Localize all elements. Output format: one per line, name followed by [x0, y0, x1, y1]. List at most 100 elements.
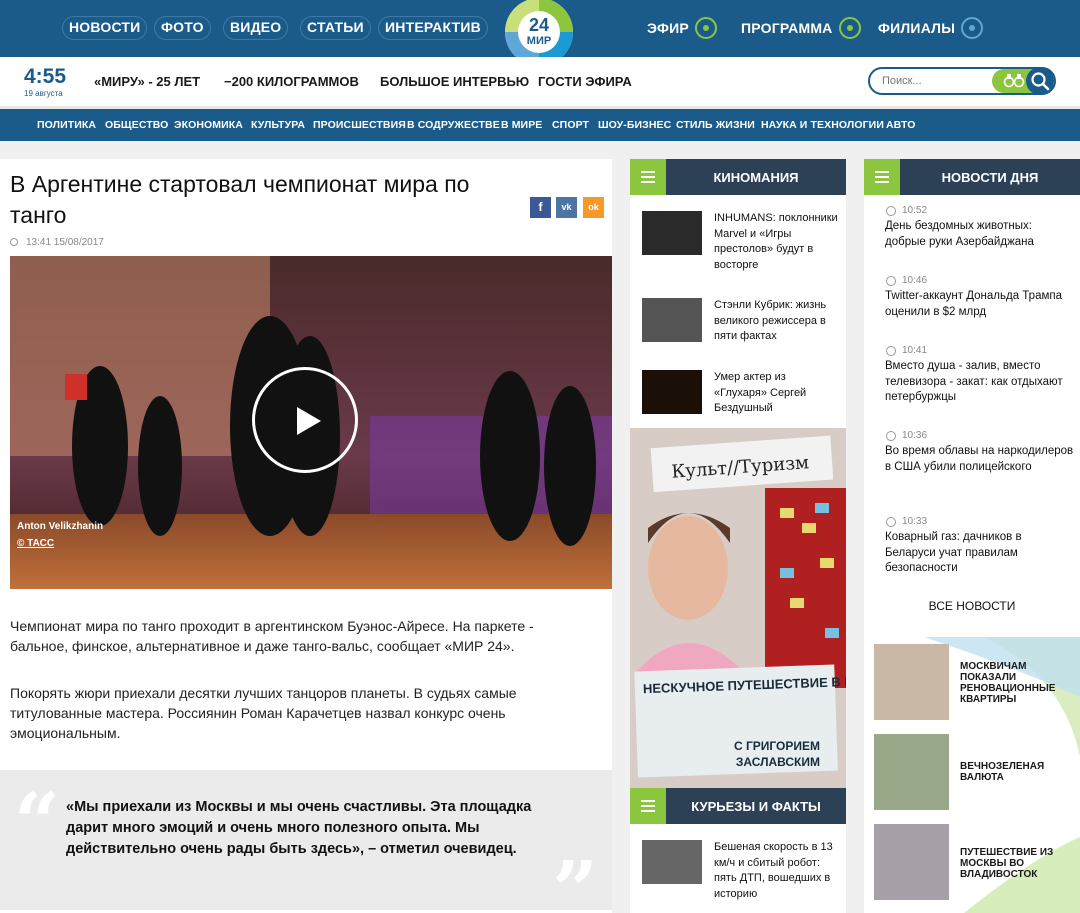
news-time: 10:36 [885, 430, 1075, 444]
promo-thumbnail [874, 824, 949, 900]
news-time: 10:52 [885, 205, 1075, 219]
nav-foto[interactable]: ФОТО [154, 16, 211, 40]
promo-thumbnail [874, 644, 949, 720]
cat-obshchestvo[interactable]: ОБЩЕСТВО [105, 119, 168, 131]
nav-interaktiv[interactable]: ИНТЕРАКТИВ [378, 16, 488, 40]
play-video-button[interactable] [252, 367, 358, 473]
logo-number: 24 [529, 15, 549, 35]
kuryozy-header[interactable]: КУРЬЕЗЫ И ФАКТЫ [630, 788, 846, 824]
share-facebook-button[interactable]: f [530, 197, 551, 218]
sub-bar: 4:55 19 августа «МИРУ» - 25 ЛЕТ −200 КИЛ… [0, 57, 1080, 106]
all-news-link[interactable]: ВСЕ НОВОСТИ [864, 599, 1080, 613]
news-time: 10:33 [885, 516, 1075, 530]
share-vk-button[interactable]: vk [556, 197, 577, 218]
news-item[interactable]: 10:41 Вместо душа - залив, вместо телеви… [885, 345, 1075, 406]
link-miru-25[interactable]: «МИРУ» - 25 ЛЕТ [94, 74, 200, 89]
kuryozy-item-text: Бешеная скорость в 13 км/ч и сбитый робо… [714, 841, 833, 900]
promo-item[interactable]: МОСКВИЧАМ ПОКАЗАЛИ РЕНОВАЦИОННЫЕ КВАРТИР… [874, 644, 1080, 724]
cat-politika[interactable]: ПОЛИТИКА [37, 119, 96, 131]
cat-kultura[interactable]: КУЛЬТУРА [251, 119, 305, 131]
nav-programma[interactable]: ПРОГРАММА [741, 16, 861, 40]
logo-text: МИР [527, 35, 551, 47]
kinomania-thumbnail [642, 298, 702, 342]
link-guests[interactable]: ГОСТИ ЭФИРА [538, 74, 632, 89]
link-big-interview[interactable]: БОЛЬШОЕ ИНТЕРВЬЮ [380, 74, 529, 89]
cat-sport[interactable]: СПОРТ [552, 119, 589, 131]
share-ok-button[interactable]: ok [583, 197, 604, 218]
clock-date: 19 августа [24, 89, 63, 98]
article-photo[interactable]: Anton Velikzhanin © ТАСС [10, 256, 612, 589]
facebook-icon: f [538, 200, 543, 214]
cat-avto[interactable]: АВТО [886, 119, 916, 131]
cat-nauka[interactable]: НАУКА И ТЕХНОЛОГИИ [761, 119, 884, 131]
article-paragraph-1: Чемпионат мира по танго проходит в арген… [10, 618, 534, 654]
article-paragraph-2: Покорять жюри приехали десятки лучших та… [10, 685, 517, 741]
menu-icon [864, 159, 900, 195]
nav-filialy[interactable]: ФИЛИАЛЫ [878, 16, 984, 40]
photo-credit-author: Anton Velikzhanin [17, 521, 104, 532]
cat-stil-zhizni[interactable]: СТИЛЬ ЖИЗНИ [676, 119, 755, 131]
clock-icon [10, 238, 18, 246]
article: В Аргентине стартовал чемпионат мира по … [0, 159, 612, 913]
quote-close-icon: ” [552, 843, 599, 913]
news-text: Во время облавы на наркодилеров в США уб… [885, 445, 1074, 473]
news-time: 10:46 [885, 275, 1075, 289]
kinomania-item[interactable]: Умер актер из «Глухаря» Сергей Бездушный [642, 370, 842, 430]
promo-item[interactable]: ПУТЕШЕСТВИЕ ИЗ МОСКВЫ ВО ВЛАДИВОСТОК [874, 824, 1080, 904]
news-text: День бездомных животных: добрые руки Азе… [885, 220, 1034, 248]
news-day-column: НОВОСТИ ДНЯ 10:52 День бездомных животны… [864, 159, 1080, 639]
photo-credit-source[interactable]: © ТАСС [17, 535, 103, 552]
news-day-title: НОВОСТИ ДНЯ [941, 170, 1039, 185]
search-input[interactable] [882, 73, 992, 89]
promo-item[interactable]: ВЕЧНОЗЕЛЕНАЯ ВАЛЮТА [874, 734, 1080, 814]
article-quote: “ «Мы приехали из Москвы и мы очень счас… [0, 770, 612, 913]
news-item[interactable]: 10:52 День бездомных животных: добрые ру… [885, 205, 1075, 250]
kinomania-header[interactable]: КИНОМАНИЯ [630, 159, 846, 195]
kuryozy-item[interactable]: Бешеная скорость в 13 км/ч и сбитый робо… [642, 840, 842, 900]
cat-v-sodruzhestve[interactable]: В СОДРУЖЕСТВЕ [407, 119, 500, 131]
mir24-logo[interactable]: 24 МИР [503, 0, 576, 66]
quote-open-icon: “ [14, 775, 61, 869]
news-item[interactable]: 10:36 Во время облавы на наркодилеров в … [885, 430, 1075, 475]
menu-icon [630, 788, 666, 824]
cat-shou-biznes[interactable]: ШОУ-БИЗНЕС [598, 119, 671, 131]
banner-bottom-text-1: С ГРИГОРИЕМ [734, 739, 820, 753]
news-time: 10:41 [885, 345, 1075, 359]
category-bar: ПОЛИТИКА ОБЩЕСТВО ЭКОНОМИКА КУЛЬТУРА ПРО… [0, 106, 1080, 141]
kinomania-item-text: Умер актер из «Глухаря» Сергей Бездушный [714, 371, 807, 414]
location-pin-icon [961, 17, 984, 39]
search-box [868, 67, 1056, 95]
kult-turizm-banner[interactable]: Культ//Туризм НЕСКУЧНОЕ ПУТЕШЕСТВИЕ В МИ… [630, 428, 846, 788]
kinomania-item[interactable]: Стэнли Кубрик: жизнь великого режиссера … [642, 298, 842, 358]
vk-icon: vk [561, 202, 572, 212]
cat-v-mire[interactable]: В МИРЕ [501, 119, 542, 131]
top-navigation: НОВОСТИ ФОТО ВИДЕО СТАТЬИ ИНТЕРАКТИВ 24 … [0, 0, 1080, 66]
kinomania-item[interactable]: INHUMANS: поклонники Marvel и «Игры прес… [642, 211, 842, 271]
clock-time: 4:55 [24, 65, 67, 88]
nav-efir[interactable]: ЭФИР [647, 16, 717, 40]
news-text: Twitter-аккаунт Дональда Трампа оценили … [885, 290, 1062, 318]
cat-proisshestviya[interactable]: ПРОИСШЕСТВИЯ [313, 119, 406, 131]
banner-bottom-text-2: ЗАСЛАВСКИМ [736, 755, 820, 769]
kinomania-title: КИНОМАНИЯ [713, 170, 799, 185]
search-button[interactable] [1026, 67, 1054, 95]
promo-text: ВЕЧНОЗЕЛЕНАЯ ВАЛЮТА [960, 761, 1045, 783]
search-icon [1031, 72, 1050, 91]
nav-novosti[interactable]: НОВОСТИ [62, 16, 148, 40]
kinomania-thumbnail [642, 211, 702, 255]
news-item[interactable]: 10:46 Twitter-аккаунт Дональда Трампа оц… [885, 275, 1075, 320]
menu-icon [630, 159, 666, 195]
nav-video[interactable]: ВИДЕО [223, 16, 289, 40]
nav-stati[interactable]: СТАТЬИ [300, 16, 371, 40]
news-text: Коварный газ: дачников в Беларуси учат п… [885, 531, 1022, 574]
promo-thumbnail [874, 734, 949, 810]
cat-ekonomika[interactable]: ЭКОНОМИКА [174, 119, 243, 131]
promo-text: ПУТЕШЕСТВИЕ ИЗ МОСКВЫ ВО ВЛАДИВОСТОК [960, 847, 1054, 880]
kinomania-thumbnail [642, 370, 702, 414]
news-item[interactable]: 10:33 Коварный газ: дачников в Беларуси … [885, 516, 1075, 577]
kuryozy-title: КУРЬЕЗЫ И ФАКТЫ [691, 799, 821, 814]
news-day-header[interactable]: НОВОСТИ ДНЯ [864, 159, 1080, 195]
link-200-kg[interactable]: −200 КИЛОГРАММОВ [224, 74, 359, 89]
kuryozy-thumbnail [642, 840, 702, 884]
article-meta: 13:41 15/08/2017 [10, 237, 104, 248]
